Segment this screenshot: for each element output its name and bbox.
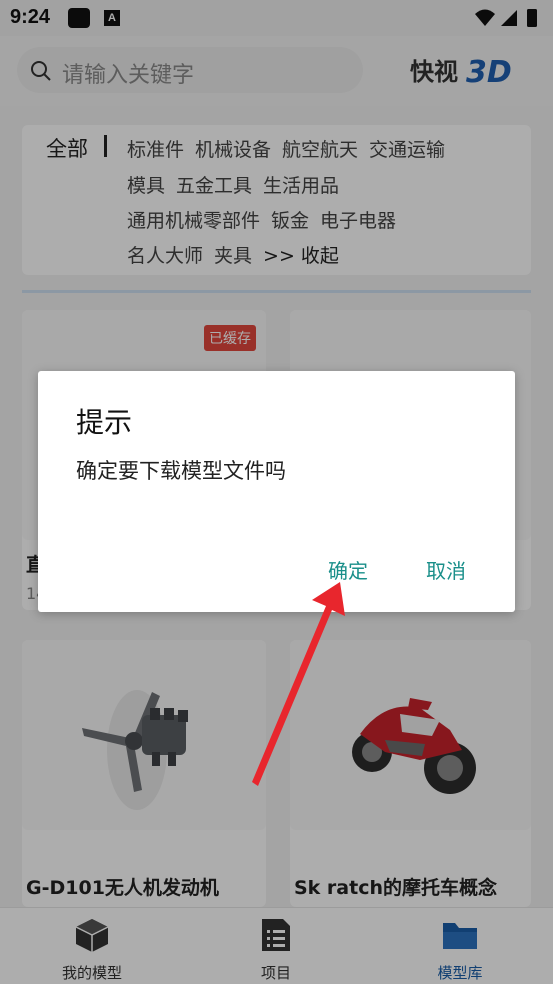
confirm-button[interactable]: 确定 [328,555,368,584]
download-dialog: 提示 确定要下载模型文件吗 确定 取消 [38,371,515,612]
dialog-title: 提示 [76,406,133,439]
cancel-button[interactable]: 取消 [426,555,466,584]
dialog-message: 确定要下载模型文件吗 [76,459,286,483]
